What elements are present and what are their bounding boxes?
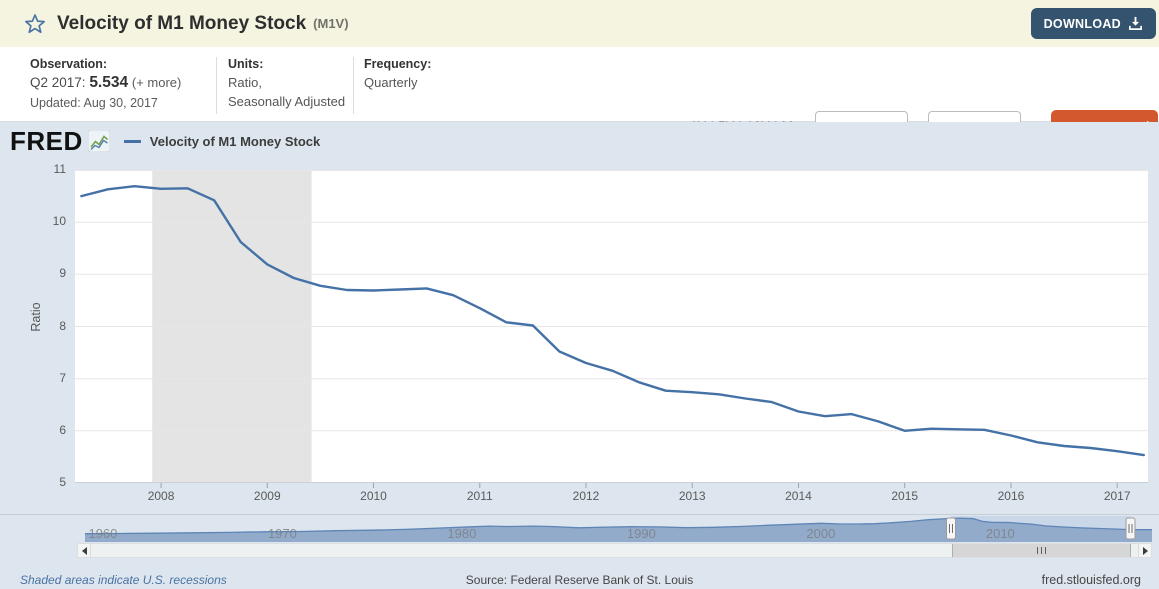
- overview-decade-label-1960: 1960: [88, 526, 118, 541]
- divider: [353, 57, 354, 114]
- download-button[interactable]: DOWNLOAD: [1030, 8, 1156, 39]
- divider: [216, 57, 217, 114]
- download-icon: [1129, 16, 1142, 30]
- download-button-label: DOWNLOAD: [1043, 16, 1121, 31]
- x-tick-label-2012: 2012: [572, 489, 600, 503]
- more-observations-link[interactable]: (+ more): [132, 75, 181, 90]
- scroll-right-button[interactable]: [1138, 544, 1151, 557]
- units-value-line1: Ratio,: [228, 75, 262, 90]
- chart-plot-area[interactable]: [75, 170, 1148, 490]
- overview-decade-label-1990: 1990: [626, 526, 656, 541]
- y-tick-label-9: 9: [59, 266, 66, 281]
- y-tick-label-7: 7: [59, 370, 66, 385]
- y-tick-label-6: 6: [59, 422, 66, 437]
- selection-handle-right[interactable]: [1125, 517, 1136, 540]
- page-title: Velocity of M1 Money Stock: [57, 12, 307, 34]
- units-block: Units: Ratio, Seasonally Adjusted: [228, 57, 345, 112]
- fred-sparkline-icon: [87, 130, 110, 152]
- thumb-grip-icon: [1045, 547, 1046, 554]
- units-label: Units:: [228, 57, 264, 71]
- source-text: Source: Federal Reserve Bank of St. Loui…: [465, 573, 694, 587]
- y-tick-label-11: 11: [53, 162, 66, 176]
- legend-series-label: Velocity of M1 Money Stock: [149, 133, 321, 149]
- scroll-left-button[interactable]: [78, 544, 91, 557]
- overview-decade-label-2000: 2000: [806, 526, 836, 541]
- frequency-label: Frequency:: [364, 57, 432, 71]
- x-tick-label-2013: 2013: [678, 489, 706, 503]
- thumb-grip-icon: [1041, 547, 1042, 554]
- selection-handle-left[interactable]: [946, 517, 956, 540]
- x-tick-label-2008: 2008: [147, 489, 175, 503]
- y-tick-label-5: 5: [59, 475, 66, 489]
- overview-decade-label-1970: 1970: [267, 526, 297, 541]
- y-axis-title: Ratio: [29, 302, 43, 332]
- y-tick-label-10: 10: [52, 214, 66, 229]
- right-arrow-icon: [1142, 546, 1148, 555]
- overview-decade-label-1980: 1980: [447, 526, 477, 541]
- star-icon[interactable]: [24, 13, 46, 35]
- x-tick-label-2014: 2014: [785, 489, 812, 503]
- x-tick-label-2016: 2016: [997, 489, 1025, 503]
- x-tick-label-2011: 2011: [466, 489, 493, 503]
- scrollbar-thumb[interactable]: [952, 544, 1131, 557]
- units-value-line2: Seasonally Adjusted: [228, 93, 346, 109]
- main-chart-region: Ratio 11 10 9 8 7 6 5 2008 2009 2010 2011 2012 2013…: [0, 160, 1159, 508]
- observation-period: Q2 2017:: [30, 75, 86, 90]
- series-id: (M1V): [313, 16, 349, 31]
- legend-line-marker: [123, 139, 141, 143]
- observation-block: Observation: Q2 2017: 5.534 (+ more) Upd…: [30, 57, 181, 110]
- observation-value: 5.534: [89, 74, 129, 91]
- observation-label: Observation:: [30, 57, 108, 71]
- x-tick-label-2017: 2017: [1103, 489, 1131, 503]
- left-arrow-icon: [81, 546, 87, 555]
- x-tick-label-2015: 2015: [891, 489, 919, 503]
- overview-decade-label-2010: 2010: [985, 526, 1015, 541]
- frequency-block: Frequency: Quarterly: [364, 57, 431, 93]
- x-tick-label-2010: 2010: [360, 489, 387, 503]
- header-bar: Velocity of M1 Money Stock (M1V) DOWNLOA…: [0, 0, 1159, 47]
- horizontal-scrollbar[interactable]: [77, 543, 1152, 558]
- fred-logo: FRED: [10, 126, 83, 156]
- y-tick-label-8: 8: [59, 318, 66, 333]
- footer-bar: Shaded areas indicate U.S. recessions So…: [0, 565, 1159, 589]
- range-selector-overview[interactable]: 1960 1970 1980 1990 2000 2010: [0, 514, 1159, 543]
- meta-bar: Observation: Q2 2017: 5.534 (+ more) Upd…: [0, 47, 1159, 144]
- updated-date: Updated: Aug 30, 2017: [30, 96, 158, 110]
- x-tick-label-2009: 2009: [253, 489, 281, 503]
- frequency-value: Quarterly: [364, 75, 418, 90]
- graph-header-bar: FRED Velocity of M1 Money Stock: [0, 122, 1159, 160]
- thumb-grip-icon: [1037, 547, 1038, 554]
- site-text: fred.stlouisfed.org: [1041, 573, 1141, 587]
